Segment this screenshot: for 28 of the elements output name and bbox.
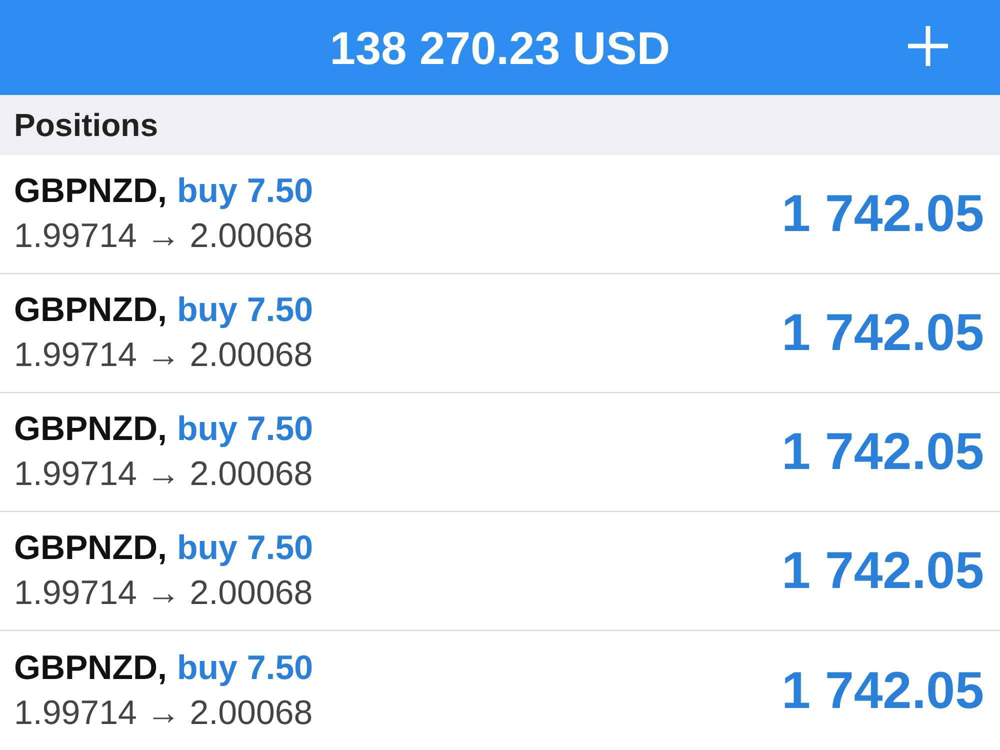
order-label: buy 7.50	[177, 291, 314, 330]
price-label: 1.99714 → 2.00068	[14, 694, 314, 732]
profit-value: 1 742.05	[782, 660, 984, 720]
symbol-label: GBPNZD,	[14, 291, 167, 330]
profit-value: 1 742.05	[782, 422, 984, 482]
position-row[interactable]: GBPNZD, buy 7.50 1.99714 → 2.00068 1 742.05	[0, 393, 1000, 512]
order-label: buy 7.50	[177, 648, 314, 688]
position-row[interactable]: GBPNZD, buy 7.50 1.99714 → 2.00068 1 742.05	[0, 512, 1000, 631]
position-row[interactable]: GBPNZD, buy 7.50 1.99714 → 2.00068 1 742.05	[0, 274, 1000, 393]
order-label: buy 7.50	[177, 172, 314, 211]
profit-value: 1 742.05	[782, 541, 984, 601]
profit-value: 1 742.05	[782, 303, 984, 363]
profit-value: 1 742.05	[782, 184, 984, 244]
order-label: buy 7.50	[177, 410, 314, 449]
symbol-label: GBPNZD,	[14, 529, 167, 568]
add-icon[interactable]	[906, 24, 950, 68]
position-row[interactable]: GBPNZD, buy 7.50 1.99714 → 2.00068 1 742.05	[0, 155, 1000, 274]
position-row[interactable]: GBPNZD, buy 7.50 1.99714 → 2.00068 1 742.05	[0, 631, 1000, 750]
price-label: 1.99714 → 2.00068	[14, 217, 314, 256]
order-label: buy 7.50	[177, 529, 314, 568]
symbol-label: GBPNZD,	[14, 648, 167, 688]
symbol-label: GBPNZD,	[14, 172, 167, 211]
balance-title: 138 270.23 USD	[330, 20, 670, 74]
symbol-label: GBPNZD,	[14, 410, 167, 449]
price-label: 1.99714 → 2.00068	[14, 336, 314, 375]
price-label: 1.99714 → 2.00068	[14, 455, 314, 494]
price-label: 1.99714 → 2.00068	[14, 574, 314, 613]
section-title: Positions	[14, 106, 158, 144]
